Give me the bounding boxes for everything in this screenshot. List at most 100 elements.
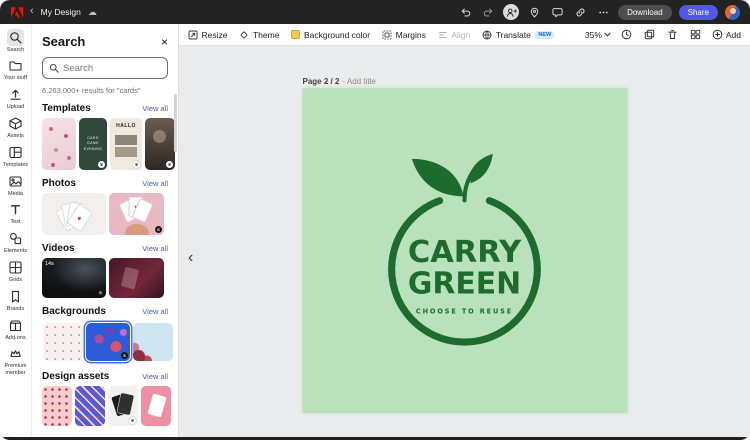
design-asset-thumbnail[interactable] <box>141 386 171 426</box>
user-avatar[interactable] <box>725 5 740 20</box>
sidebar-item-assets[interactable]: Assets <box>0 112 32 141</box>
background-thumbnail[interactable] <box>43 323 83 361</box>
template-thumbnail[interactable]: CARD GAME EVENING ♛ <box>79 118 107 170</box>
video-thumbnail[interactable] <box>109 258 164 298</box>
resize-button[interactable]: Resize <box>188 30 227 40</box>
search-icon <box>7 29 24 46</box>
sidebar-item-text[interactable]: Text <box>0 199 32 228</box>
upload-icon <box>7 86 24 103</box>
background-thumbnail[interactable] <box>133 323 173 361</box>
sidebar-item-premium-member[interactable]: Premium member <box>0 343 32 378</box>
theme-icon <box>239 30 249 40</box>
design-asset-thumbnail[interactable] <box>75 386 105 426</box>
chevron-down-icon <box>604 32 611 37</box>
section-templates: Templates View all CARD GAME EVENING ♛ H… <box>42 103 168 170</box>
pages-button[interactable] <box>689 28 703 42</box>
link-button[interactable] <box>572 4 588 20</box>
search-input[interactable] <box>63 63 161 74</box>
logo-word-2: GREEN <box>408 266 521 301</box>
redo-button[interactable] <box>480 4 496 20</box>
template-thumbnail[interactable]: HALLO ♛ <box>110 118 142 170</box>
more-options-button[interactable] <box>595 4 611 20</box>
tool-label: Background color <box>304 30 370 40</box>
tool-label: Margins <box>396 30 426 40</box>
view-all-link[interactable]: View all <box>142 307 168 316</box>
design-artboard[interactable]: CARRY GREEN CHOOSE TO REUSE <box>302 88 627 413</box>
panel-scrollbar[interactable] <box>174 94 177 152</box>
sidebar-item-templates[interactable]: Templates <box>0 141 32 170</box>
share-with-people-button[interactable] <box>503 4 519 20</box>
comment-button[interactable] <box>549 4 565 20</box>
section-backgrounds: Backgrounds View all S <box>42 306 168 363</box>
design-asset-thumbnail[interactable] <box>42 386 72 426</box>
delete-button[interactable] <box>666 28 680 42</box>
sidebar-item-add-ons[interactable]: Add-ons <box>0 314 32 343</box>
translate-button[interactable]: Translate NEW <box>482 30 554 40</box>
duplicate-button[interactable] <box>643 28 657 42</box>
view-all-link[interactable]: View all <box>142 179 168 188</box>
background-thumbnail-selected[interactable]: S <box>86 323 130 361</box>
sidebar-item-search[interactable]: Search <box>0 26 32 55</box>
back-chevron-icon[interactable]: ‹ <box>30 6 34 17</box>
premium-crown-badge: ♛ <box>133 161 140 168</box>
sidebar-item-label: Text <box>10 219 20 225</box>
download-button[interactable]: Download <box>618 5 672 20</box>
design-title[interactable]: My Design <box>41 7 81 17</box>
section-title: Templates <box>42 103 91 114</box>
sidebar-item-upload[interactable]: Upload <box>0 84 32 113</box>
logo-leaf-right <box>470 153 493 182</box>
sidebar-item-label: Your stuff <box>4 75 27 81</box>
background-color-button[interactable]: Background color <box>291 30 370 40</box>
sidebar-item-brands[interactable]: Brands <box>0 285 32 314</box>
logo-word-1: CARRY <box>408 235 522 270</box>
pages-grid-icon <box>690 29 701 40</box>
align-icon <box>438 30 448 40</box>
view-all-link[interactable]: View all <box>142 372 168 381</box>
cloud-sync-icon[interactable]: ☁ <box>88 7 97 18</box>
new-badge: NEW <box>535 31 554 39</box>
logo-tagline: CHOOSE TO REUSE <box>416 306 513 315</box>
share-button[interactable]: Share <box>679 5 718 20</box>
grids-icon <box>7 259 24 276</box>
section-title: Videos <box>42 243 75 254</box>
add-label: Add <box>726 30 741 40</box>
adobe-logo[interactable] <box>10 4 23 20</box>
canvas-area: Resize Theme Background color Margins Al… <box>178 24 750 437</box>
cards-photo-graphic: ♥ ♥ ♠ ♦ <box>42 193 106 235</box>
photo-thumbnail[interactable]: ♥ S <box>109 193 164 235</box>
sidebar-item-media[interactable]: Media <box>0 170 32 199</box>
timer-button[interactable] <box>620 28 634 42</box>
template-thumbnail[interactable] <box>42 118 76 170</box>
theme-button[interactable]: Theme <box>239 30 279 40</box>
sidebar-item-grids[interactable]: Grids <box>0 257 32 286</box>
pin-button[interactable] <box>526 4 542 20</box>
sidebar-item-your-stuff[interactable]: Your stuff <box>0 55 32 84</box>
close-icon[interactable]: × <box>161 36 168 48</box>
design-asset-thumbnail[interactable]: ♛ <box>108 386 138 426</box>
duplicate-layers-icon <box>644 29 655 40</box>
zoom-select[interactable]: 35% <box>585 30 611 40</box>
assets-cube-icon <box>7 115 24 132</box>
add-button[interactable]: Add <box>712 29 741 40</box>
panel-collapse-button[interactable]: ‹ <box>188 250 193 266</box>
section-title: Photos <box>42 178 76 189</box>
undo-button[interactable] <box>457 4 473 20</box>
align-button[interactable]: Align <box>438 30 470 40</box>
add-circle-icon <box>712 29 723 40</box>
add-title-field[interactable]: - Add title <box>342 77 375 86</box>
photo-thumbnail[interactable]: ♥ ♥ ♠ ♦ <box>42 193 106 235</box>
premium-crown-badge: ♛ <box>98 161 105 168</box>
video-thumbnail[interactable]: 14s S <box>42 258 106 298</box>
logo-graphic[interactable]: CARRY GREEN CHOOSE TO REUSE <box>379 149 551 353</box>
search-box[interactable] <box>42 57 168 79</box>
translate-globe-icon <box>482 30 492 40</box>
sidebar-item-elements[interactable]: Elements <box>0 228 32 257</box>
view-all-link[interactable]: View all <box>142 244 168 253</box>
template-thumbnail[interactable]: ♛ <box>145 118 175 170</box>
margins-button[interactable]: Margins <box>382 30 426 40</box>
view-all-link[interactable]: View all <box>142 104 168 113</box>
link-icon <box>575 7 586 18</box>
sidebar-item-label: Assets <box>7 133 24 139</box>
templates-icon <box>7 144 24 161</box>
premium-crown-icon <box>7 345 24 362</box>
